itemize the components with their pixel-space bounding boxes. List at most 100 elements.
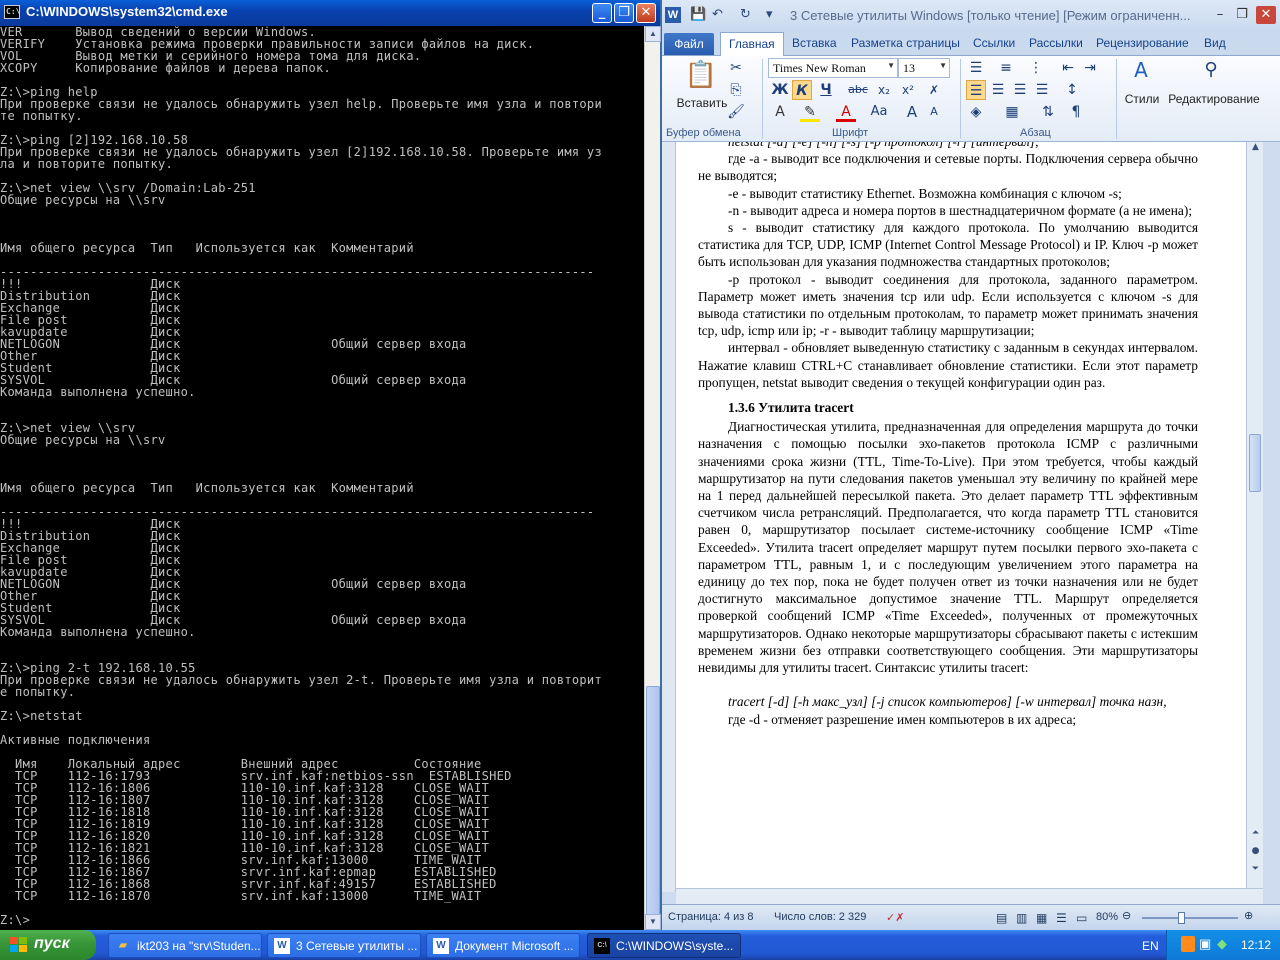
tab-review[interactable]: Рецензирование <box>1096 36 1189 50</box>
grow-font-button[interactable]: A <box>902 102 922 122</box>
decrease-indent-icon[interactable]: ⇤ <box>1058 58 1078 78</box>
change-case-button[interactable]: Aa <box>866 102 892 122</box>
document-page[interactable]: netstat [-a] [-e] [-n] [-s] [-p протокол… <box>676 142 1246 888</box>
customize-qat-icon[interactable]: ▾ <box>766 7 773 22</box>
borders-icon[interactable]: ▦ <box>1002 102 1022 122</box>
word-logo-icon[interactable]: W <box>665 7 681 23</box>
text-effects-icon[interactable]: A <box>770 102 790 122</box>
maximize-button[interactable]: ❐ <box>614 3 634 23</box>
tab-insert[interactable]: Вставка <box>792 36 837 50</box>
binoculars-icon[interactable]: ⚲ <box>1198 60 1224 88</box>
highlight-color-icon[interactable]: ✎ <box>800 102 820 122</box>
word-minimize-button[interactable]: – <box>1210 6 1230 24</box>
redo-icon[interactable]: ↻ <box>740 7 751 22</box>
word-titlebar[interactable]: W 💾 ↶ ↻ ▾ 3 Сетевые утилиты Windows [тол… <box>662 0 1280 32</box>
align-left-icon[interactable]: ☰ <box>966 80 986 100</box>
font-color-icon[interactable]: A <box>836 102 856 122</box>
subscript-button[interactable]: x₂ <box>874 80 894 100</box>
editing-button[interactable]: Редактирование <box>1166 92 1262 106</box>
document-text[interactable]: netstat [-a] [-e] [-n] [-s] [-p протокол… <box>698 142 1198 728</box>
tray-app-icon[interactable] <box>1181 936 1195 952</box>
taskbar-item-cmd[interactable]: C:\ C:\WINDOWS\syste... <box>587 933 741 958</box>
zoom-slider[interactable] <box>1142 912 1238 924</box>
cmd-window[interactable]: C:\ C:\WINDOWS\system32\cmd.exe _ ❐ ✕ VE… <box>0 0 661 930</box>
document-scroll-thumb[interactable] <box>1249 434 1261 492</box>
justify-icon[interactable]: ☰ <box>1032 80 1052 100</box>
view-print-layout-icon[interactable]: ▤ <box>996 911 1007 925</box>
tab-view[interactable]: Вид <box>1204 36 1226 50</box>
paste-icon[interactable]: 📋 <box>684 60 718 90</box>
show-marks-icon[interactable]: ¶ <box>1066 102 1086 122</box>
tab-file[interactable]: Файл <box>664 33 714 55</box>
increase-indent-icon[interactable]: ⇥ <box>1080 58 1100 78</box>
font-size-select[interactable]: 13 ▼ <box>898 58 950 78</box>
minimize-button[interactable]: _ <box>592 3 612 23</box>
shrink-font-button[interactable]: A <box>924 102 944 122</box>
font-name-select[interactable]: Times New Roman ▼ <box>768 58 898 78</box>
strikethrough-button[interactable]: abc <box>846 80 870 100</box>
page-count[interactable]: Страница: 4 из 8 <box>668 911 754 923</box>
copy-icon[interactable]: ⎘ <box>726 80 746 100</box>
cmd-titlebar[interactable]: C:\ C:\WINDOWS\system32\cmd.exe _ ❐ ✕ <box>0 0 660 26</box>
zoom-slider-thumb[interactable] <box>1178 912 1185 924</box>
taskbar-item-word-doc[interactable]: W3 Сетевые утилиты ... <box>267 933 421 958</box>
multilevel-list-icon[interactable]: ⋮ <box>1026 58 1046 78</box>
save-icon[interactable]: 💾 <box>690 7 706 22</box>
console-output[interactable]: VER Вывод сведений о версии Windows. VER… <box>0 26 644 930</box>
proofing-icon[interactable]: ✓✗ <box>886 911 904 924</box>
numbering-icon[interactable]: ≡ <box>996 58 1016 78</box>
superscript-button[interactable]: x² <box>898 80 918 100</box>
start-button[interactable]: пуск <box>0 930 96 960</box>
nvidia-icon[interactable]: ◆ <box>1217 936 1227 952</box>
tab-home[interactable]: Главная <box>720 32 784 57</box>
next-page-icon[interactable]: ⏷ <box>1248 864 1263 874</box>
scroll-down-arrow-icon[interactable]: ▼ <box>645 914 661 930</box>
align-center-icon[interactable]: ☰ <box>988 80 1008 100</box>
close-button[interactable]: ✕ <box>636 3 656 23</box>
tab-page-layout[interactable]: Разметка страницы <box>851 36 960 50</box>
paragraph: где -a - выводит все подключения и сетев… <box>698 151 1198 184</box>
undo-icon[interactable]: ↶ <box>712 7 723 22</box>
language-indicator[interactable]: EN <box>1142 939 1159 953</box>
paste-button[interactable]: Вставить <box>672 96 732 110</box>
scroll-up-arrow-icon[interactable]: ▲ <box>645 26 661 42</box>
align-right-icon[interactable]: ☰ <box>1010 80 1030 100</box>
scroll-thumb[interactable] <box>646 686 660 916</box>
line-spacing-icon[interactable]: ↕ <box>1062 80 1082 100</box>
format-painter-icon[interactable]: 🖌 <box>726 102 746 122</box>
network-icon[interactable]: ▣ <box>1199 936 1211 952</box>
bold-button[interactable]: Ж <box>770 80 790 100</box>
browse-object-icon[interactable]: ● <box>1248 846 1263 856</box>
word-window[interactable]: W 💾 ↶ ↻ ▾ 3 Сетевые утилиты Windows [тол… <box>662 0 1280 930</box>
console-scrollbar[interactable]: ▲ ▼ <box>644 26 661 930</box>
bullets-icon[interactable]: ☰ <box>966 58 986 78</box>
view-web-icon[interactable]: ▦ <box>1036 911 1047 925</box>
zoom-level[interactable]: 80% <box>1096 911 1118 923</box>
tab-mailings[interactable]: Рассылки <box>1029 36 1083 50</box>
view-full-screen-icon[interactable]: ▥ <box>1016 911 1027 925</box>
view-draft-icon[interactable]: ▭ <box>1076 911 1087 925</box>
clear-formatting-icon[interactable]: ✗ <box>924 80 944 100</box>
styles-icon[interactable]: A <box>1128 60 1154 88</box>
tab-references[interactable]: Ссылки <box>973 36 1015 50</box>
word-close-button[interactable]: ✕ <box>1256 6 1276 24</box>
zoom-out-icon[interactable]: ⊖ <box>1122 909 1131 922</box>
underline-button[interactable]: Ч <box>816 80 836 100</box>
word-maximize-button[interactable]: ❐ <box>1232 6 1252 24</box>
zoom-in-icon[interactable]: ⊕ <box>1244 909 1253 922</box>
horizontal-scrollbar[interactable] <box>676 888 1263 904</box>
scroll-up-arrow-icon[interactable]: ▲ <box>1248 142 1263 152</box>
document-area[interactable]: netstat [-a] [-e] [-n] [-s] [-p протокол… <box>676 142 1246 888</box>
taskbar-item-word-doc2[interactable]: W Документ Microsoft ... <box>426 933 580 958</box>
italic-button[interactable]: К <box>792 80 812 100</box>
shading-icon[interactable]: ◈ <box>966 102 986 122</box>
taskbar-item-folder[interactable]: ▰ ikt203 на "srv\Studen... <box>108 933 262 958</box>
clock[interactable]: 12:12 <box>1241 938 1271 952</box>
styles-button[interactable]: Стили <box>1120 92 1164 106</box>
view-outline-icon[interactable]: ☰ <box>1056 911 1067 925</box>
document-scrollbar[interactable]: ▲ ⏶ ● ⏷ <box>1246 142 1263 888</box>
sort-icon[interactable]: ⇅ <box>1038 102 1058 122</box>
word-count[interactable]: Число слов: 2 329 <box>774 911 866 923</box>
prev-page-icon[interactable]: ⏶ <box>1248 828 1263 838</box>
cut-icon[interactable]: ✂ <box>726 58 746 78</box>
